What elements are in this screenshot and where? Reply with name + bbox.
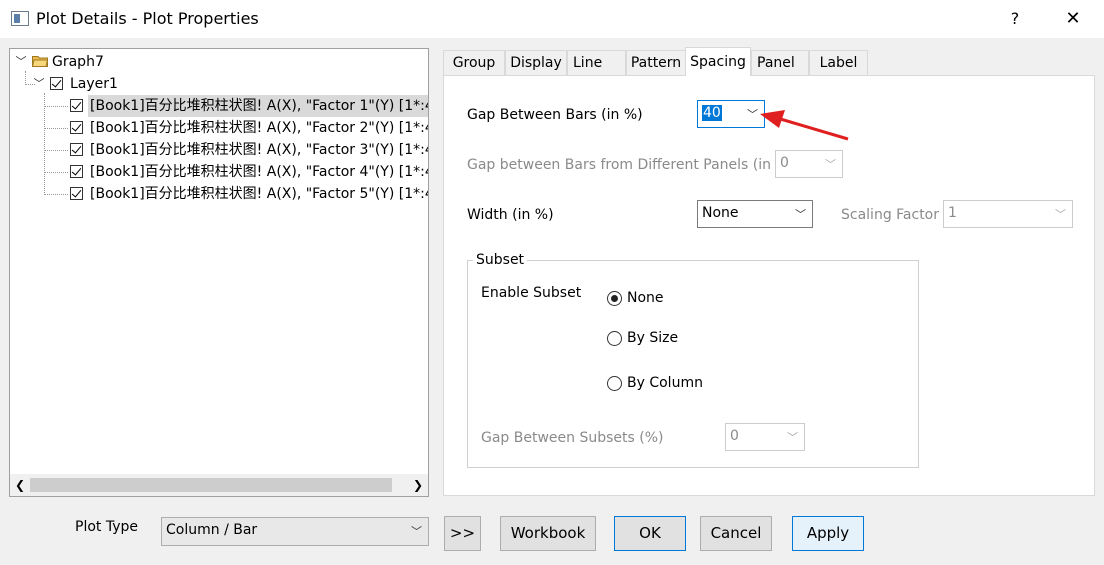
expand-button[interactable]: >> (444, 516, 481, 551)
layer-checkbox[interactable] (50, 77, 63, 90)
chevron-down-icon: ﹀ (787, 431, 798, 444)
close-button[interactable]: ✕ (1058, 4, 1088, 34)
tree-label-layer: Layer1 (70, 76, 118, 92)
tree-item-plot-3[interactable]: [Book1]百分比堆积柱状图! A(X), "Factor 3"(Y) [1*… (88, 139, 428, 161)
chevron-down-icon: ﹀ (825, 158, 836, 171)
scaling-factor-value: 1 (948, 205, 957, 221)
tree-item-plot-4[interactable]: [Book1]百分比堆积柱状图! A(X), "Factor 4"(Y) [1*… (88, 161, 428, 183)
width-label: Width (in %) (467, 207, 554, 223)
plot-checkbox[interactable] (70, 121, 83, 134)
tree-item-label: [Book1]百分比堆积柱状图! A(X), "Factor 1"(Y) [1*… (90, 98, 429, 114)
collapse-chevron-icon[interactable]: ﹀ (15, 56, 27, 68)
subset-by-size-label[interactable]: By Size (627, 330, 678, 346)
plot-type-label: Plot Type (75, 519, 138, 535)
tree-connector (44, 93, 45, 195)
subset-by-column-radio[interactable] (607, 376, 622, 391)
gap-panels-value: 0 (780, 155, 789, 171)
tab-spacing[interactable]: Spacing (685, 47, 751, 76)
gap-subsets-value: 0 (730, 428, 739, 444)
tree-item-label: [Book1]百分比堆积柱状图! A(X), "Factor 2"(Y) [1*… (90, 120, 429, 136)
tab-label[interactable]: Label (809, 50, 868, 75)
app-icon (11, 11, 29, 26)
annotation-arrow-icon (760, 110, 849, 141)
tree-connector (44, 172, 68, 173)
tree-item-label: [Book1]百分比堆积柱状图! A(X), "Factor 5"(Y) [1*… (90, 186, 429, 202)
tab-panel[interactable]: Panel (751, 50, 809, 75)
chevron-down-icon: ﹀ (795, 208, 806, 221)
tab-pattern[interactable]: Pattern (626, 50, 686, 75)
gap-panels-combo[interactable]: 0 ﹀ (775, 150, 843, 178)
scaling-factor-combo[interactable]: 1 ﹀ (943, 200, 1073, 228)
plot-checkbox[interactable] (70, 143, 83, 156)
scroll-left-arrow-icon[interactable]: ❮ (10, 474, 30, 496)
plot-checkbox[interactable] (70, 187, 83, 200)
plot-type-value: Column / Bar (166, 522, 258, 538)
tree-item-plot-1[interactable]: [Book1]百分比堆积柱状图! A(X), "Factor 1"(Y) [1*… (88, 95, 428, 117)
apply-button[interactable]: Apply (792, 516, 864, 551)
tree-node-graph[interactable]: ﹀ Graph7 (10, 51, 428, 73)
folder-icon (32, 56, 48, 67)
plot-checkbox[interactable] (70, 99, 83, 112)
workbook-button[interactable]: Workbook (500, 516, 596, 551)
subset-none-label[interactable]: None (627, 290, 664, 306)
width-combo[interactable]: None ﹀ (697, 200, 813, 228)
cancel-button[interactable]: Cancel (700, 516, 772, 551)
plot-checkbox[interactable] (70, 165, 83, 178)
gap-subsets-combo[interactable]: 0 ﹀ (725, 423, 805, 451)
tree-connector (44, 150, 68, 151)
subset-groupbox-title: Subset (473, 252, 528, 268)
tree-item-plot-2[interactable]: [Book1]百分比堆积柱状图! A(X), "Factor 2"(Y) [1*… (88, 117, 428, 139)
gap-between-bars-label: Gap Between Bars (in %) (467, 107, 643, 123)
plot-tree[interactable]: ﹀ Graph7 ﹀ Layer1 [Book1]百分比堆积柱状图! A(X),… (9, 48, 429, 497)
ok-button[interactable]: OK (614, 516, 686, 551)
collapse-chevron-icon[interactable]: ﹀ (33, 78, 45, 90)
gap-between-bars-value: 40 (702, 105, 722, 121)
subset-by-size-radio[interactable] (607, 331, 622, 346)
plot-type-combo[interactable]: Column / Bar ﹀ (161, 517, 429, 546)
tree-item-plot-5[interactable]: [Book1]百分比堆积柱状图! A(X), "Factor 5"(Y) [1*… (88, 183, 428, 205)
tab-line[interactable]: Line (567, 50, 626, 75)
tree-item-label: [Book1]百分比堆积柱状图! A(X), "Factor 3"(Y) [1*… (90, 142, 429, 158)
subset-by-column-label[interactable]: By Column (627, 375, 703, 391)
tab-group[interactable]: Group (443, 50, 505, 75)
chevron-down-icon: ﹀ (411, 525, 422, 538)
enable-subset-label: Enable Subset (481, 285, 582, 301)
tree-item-label: [Book1]百分比堆积柱状图! A(X), "Factor 4"(Y) [1*… (90, 164, 429, 180)
scrollbar-thumb[interactable] (30, 478, 392, 492)
tree-node-layer[interactable]: ﹀ Layer1 (10, 73, 428, 95)
width-value: None (702, 205, 739, 221)
scaling-factor-label: Scaling Factor (841, 207, 940, 223)
tree-connector (44, 194, 68, 195)
subset-none-radio[interactable] (607, 291, 622, 306)
scroll-right-arrow-icon[interactable]: ❯ (408, 474, 428, 496)
gap-panels-label: Gap between Bars from Different Panels (… (467, 157, 795, 173)
title-bar: Plot Details - Plot Properties ? ✕ (0, 0, 1104, 38)
tab-display[interactable]: Display (505, 50, 567, 75)
tree-connector (44, 106, 68, 107)
tree-label-graph: Graph7 (52, 54, 104, 70)
tree-horizontal-scrollbar[interactable]: ❮ ❯ (10, 474, 428, 496)
window-title: Plot Details - Plot Properties (36, 9, 259, 28)
tree-connector (44, 128, 68, 129)
help-button[interactable]: ? (1000, 4, 1030, 34)
gap-subsets-label: Gap Between Subsets (%) (481, 430, 664, 446)
chevron-down-icon: ﹀ (1055, 208, 1066, 221)
